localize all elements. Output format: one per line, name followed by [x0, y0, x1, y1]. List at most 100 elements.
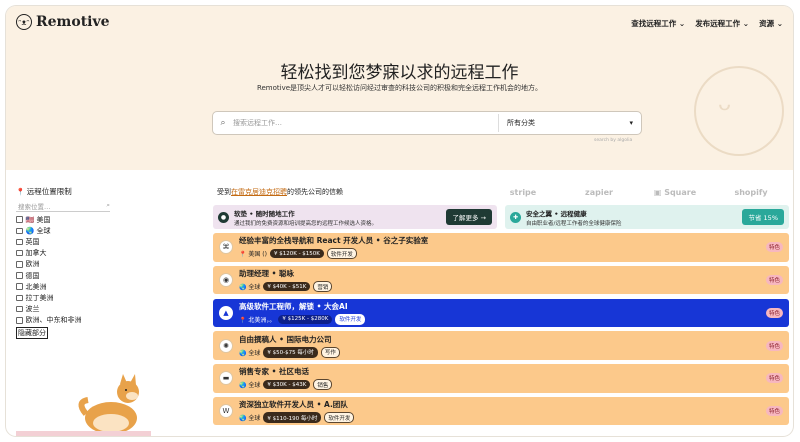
location-label: 北美洲	[25, 282, 47, 291]
company-logo-icon: ✺	[219, 338, 233, 353]
nav-resources[interactable]: 资源 ⌄	[759, 18, 783, 29]
promo-desc: 通过我们的免费资源和培训提高您的远程工作候选人资格。	[234, 220, 378, 227]
category-pill[interactable]: 营销	[313, 281, 333, 293]
search-input[interactable]	[233, 113, 498, 133]
search-bar: ⌕ 所有分类 ▾	[212, 111, 642, 135]
location-label: 🌏 全球	[25, 226, 51, 235]
promo-card[interactable]: ● 软垫 • 随时随地工作 通过我们的免费资源和培训提高您的远程工作候选人资格。…	[213, 205, 497, 229]
checkbox[interactable]	[16, 238, 23, 246]
checkbox[interactable]	[16, 216, 23, 223]
salary-pill: ¥ $50-$75 每小时	[263, 346, 318, 358]
job-card[interactable]: ▲ 高级软件工程师，解锁 • 大会AI 📍 北美洲，。 ¥ $125K - $2…	[213, 298, 789, 328]
salary-pill: ¥ $120K - $150K	[269, 249, 324, 259]
cushion-icon: ●	[218, 211, 229, 223]
job-card[interactable]: ⌘ 经验丰富的全栈导航和 React 开发人员 • 谷之子实验室 📍 美国 ()…	[213, 233, 789, 262]
top-nav: 查找远程工作 ⌄ 发布远程工作 ⌄ 资源 ⌄	[631, 18, 783, 29]
dog-face-icon: ᵔᴥᵔ	[16, 14, 32, 30]
featured-badge: 特色	[765, 340, 783, 351]
category-pill[interactable]: 软件开发	[326, 248, 357, 260]
checkbox[interactable]	[16, 249, 23, 257]
checkbox[interactable]	[16, 261, 23, 268]
salary-pill: ¥ $125K - $280K	[278, 314, 333, 324]
location-option-poland[interactable]: 波兰	[16, 304, 206, 315]
promo-row: ● 软垫 • 随时随地工作 通过我们的免费资源和培训提高您的远程工作候选人资格。…	[213, 205, 789, 229]
hide-section-button[interactable]: 隐藏部分	[16, 326, 48, 339]
job-card[interactable]: ▬ 销售专家 • 社区电话 🌏 全球 ¥ $30K - $43K 销售 特色	[213, 364, 789, 393]
caret-down-icon: ▾	[629, 119, 633, 127]
trust-link[interactable]: 在雷克居迪克招聘	[231, 188, 287, 196]
trust-text: 受到在雷克居迪克招聘的领先公司的信赖	[217, 187, 343, 197]
company-logo-icon: ◉	[219, 273, 233, 288]
job-card[interactable]: ◉ 助理经理 • 聪咏 🌏 全球 ¥ $40K - $51K 营销 特色	[213, 265, 789, 295]
checkbox[interactable]	[16, 283, 23, 290]
brand-zapier: zapier	[585, 187, 613, 197]
category-pill[interactable]: 写作	[320, 346, 340, 358]
category-value: 所有分类	[507, 119, 535, 127]
promo-desc: 自由职业者/远程工作者的全球健康保险	[526, 220, 622, 227]
location-option-germany[interactable]: 德国	[16, 270, 206, 281]
algolia-credit: search by algolia	[594, 138, 633, 143]
job-body: 资深独立软件开发人员 • A.团队 🌏 全球 ¥ $110-190 每小时 软件…	[239, 399, 760, 424]
location-label: 拉丁美洲	[25, 293, 54, 302]
save-discount-button[interactable]: 节省 15%	[742, 209, 784, 225]
promo-body: 安全之翼 • 远程健康 自由职业者/远程工作者的全球健康保险	[526, 208, 737, 227]
location-option-europe[interactable]: 欧洲	[16, 259, 206, 270]
checkbox[interactable]	[16, 227, 23, 235]
job-body: 自由撰稿人 • 国际电力公司 🌏 全球 ¥ $50-$75 每小时 写作	[239, 334, 760, 358]
job-meta: 🌏 全球 ¥ $40K - $51K 营销	[239, 281, 760, 293]
nav-post-jobs[interactable]: 发布远程工作 ⌄	[695, 18, 749, 29]
hero-section: ᵔᴥᵔ Remotive 查找远程工作 ⌄ 发布远程工作 ⌄ 资源 ⌄ 轻松找到…	[6, 6, 793, 170]
checkbox[interactable]	[16, 305, 23, 313]
job-card[interactable]: W 资深独立软件开发人员 • A.团队 🌏 全球 ¥ $110-190 每小时 …	[213, 396, 789, 426]
logo[interactable]: ᵔᴥᵔ Remotive	[16, 14, 110, 30]
job-location: 📍 美国 ()	[239, 251, 267, 259]
job-meta: 🌏 全球 ¥ $110-190 每小时 软件开发	[239, 412, 760, 424]
promo-title: 安全之翼 • 远程健康	[526, 209, 587, 218]
featured-badge: 特色	[765, 406, 783, 417]
location-label: 德国	[25, 271, 40, 280]
checkbox[interactable]	[16, 317, 23, 324]
checkbox[interactable]	[16, 294, 23, 302]
location-label: 🇺🇸 美国	[25, 215, 51, 224]
location-option-canada[interactable]: 加拿大	[16, 248, 206, 259]
location-option-uk[interactable]: 英国	[16, 236, 206, 247]
job-title[interactable]: 经验丰富的全栈导航和 React 开发人员 • 谷之子实验室	[239, 235, 760, 246]
job-title[interactable]: 自由撰稿人 • 国际电力公司	[239, 334, 760, 345]
promo-card[interactable]: ✚ 安全之翼 • 远程健康 自由职业者/远程工作者的全球健康保险 节省 15%	[505, 205, 789, 229]
location-option-latam[interactable]: 拉丁美洲	[16, 292, 206, 303]
category-select[interactable]: 所有分类 ▾	[499, 118, 641, 128]
learn-more-button[interactable]: 了解更多 →	[446, 209, 492, 225]
nav-find-jobs[interactable]: 查找远程工作 ⌄	[631, 18, 685, 29]
category-pill[interactable]: 软件开发	[324, 412, 355, 424]
job-card[interactable]: ✺ 自由撰稿人 • 国际电力公司 🌏 全球 ¥ $50-$75 每小时 写作 特…	[213, 331, 789, 360]
company-logo-icon: ▲	[219, 305, 233, 320]
job-title[interactable]: 资深独立软件开发人员 • A.团队	[239, 399, 760, 410]
mascot-face-icon: ᵕ	[718, 90, 733, 130]
job-title[interactable]: 助理经理 • 聪咏	[239, 268, 760, 279]
brand-logos: stripe zapier ▣ Square shopify	[485, 188, 789, 197]
location-search-placeholder: 搜索位置…	[18, 202, 51, 211]
job-location: 🌏 全球	[239, 382, 261, 390]
location-option-us[interactable]: 🇺🇸 美国	[16, 214, 206, 225]
location-option-global[interactable]: 🌏 全球	[16, 225, 206, 236]
job-title[interactable]: 高级软件工程师，解锁 • 大会AI	[239, 301, 760, 312]
filter-title: 📍 远程位置限制	[16, 186, 206, 197]
brand-square: ▣ Square	[653, 187, 697, 197]
job-location: 🌏 全球	[239, 284, 261, 292]
category-pill[interactable]: 销售	[313, 379, 333, 391]
category-pill[interactable]: 软件开发	[335, 313, 366, 325]
location-filter: 📍 远程位置限制 搜索位置… ⌕ 🇺🇸 美国 🌏 全球 英国 加拿大 欧洲 德国…	[16, 186, 206, 339]
location-label: 英国	[25, 237, 40, 246]
salary-pill: ¥ $30K - $43K	[263, 380, 311, 390]
trust-suffix: 的领先公司的信赖	[287, 188, 343, 196]
location-option-emea[interactable]: 欧洲、中东和非洲	[16, 315, 206, 326]
filter-title-text: 远程位置限制	[26, 187, 72, 196]
location-option-north-america[interactable]: 北美洲	[16, 281, 206, 292]
brand-stripe: stripe	[509, 187, 537, 197]
location-search-input[interactable]: 搜索位置… ⌕	[16, 200, 110, 212]
job-body: 经验丰富的全栈导航和 React 开发人员 • 谷之子实验室 📍 美国 () ¥…	[239, 235, 760, 260]
salary-pill: ¥ $40K - $51K	[263, 282, 311, 292]
job-meta: 📍 北美洲，。 ¥ $125K - $280K 软件开发	[239, 313, 760, 325]
job-title[interactable]: 销售专家 • 社区电话	[239, 366, 760, 377]
checkbox[interactable]	[16, 272, 23, 279]
